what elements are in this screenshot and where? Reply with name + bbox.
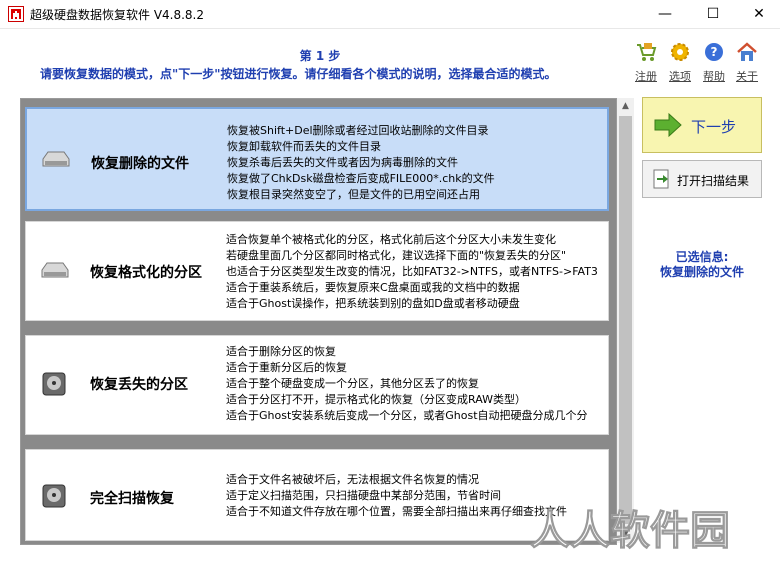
next-button[interactable]: 下一步	[642, 97, 762, 153]
home-icon	[737, 42, 757, 61]
hard-drive-icon	[42, 484, 66, 508]
step-description: 请要恢复数据的模式，点"下一步"按钮进行恢复。请仔细看各个模式的说明，选择最合适…	[40, 67, 557, 81]
selected-info: 已选信息: 恢复删除的文件	[640, 250, 764, 280]
arrow-right-icon	[654, 112, 682, 138]
maximize-button[interactable]: ☐	[690, 0, 736, 28]
list-scrollbar[interactable]: ▲ ▼	[617, 98, 634, 543]
help-tool[interactable]: ? 帮助	[698, 41, 730, 84]
mode-recover-lost-partition[interactable]: 恢复丢失的分区 适合于删除分区的恢复 适合于重新分区后的恢复 适合于整个硬盘变成一个…	[25, 335, 609, 435]
open-file-icon	[653, 169, 669, 189]
step-header: 第 1 步 请要恢复数据的模式，点"下一步"按钮进行恢复。请仔细看各个模式的说明…	[0, 29, 780, 91]
step-title: 第 1 步	[299, 49, 341, 63]
mode-recover-formatted[interactable]: 恢复格式化的分区 适合恢复单个被格式化的分区，格式化前后这个分区大小未发生变化若…	[25, 221, 609, 321]
selected-info-value: 恢复删除的文件	[659, 265, 744, 279]
open-scan-label: 打开扫描结果	[677, 174, 750, 188]
cart-icon	[637, 43, 657, 61]
scroll-up-icon[interactable]: ▲	[617, 98, 634, 115]
hard-drive-icon	[42, 372, 66, 396]
svg-text:?: ?	[711, 45, 718, 59]
mode-list: 恢复删除的文件 恢复被Shift+Del删除或者经过回收站删除的文件目录 恢复卸载…	[20, 98, 617, 545]
window-title: 超级硬盘数据恢复软件 V4.8.8.2	[30, 8, 205, 22]
register-label: 注册	[635, 70, 657, 83]
mode-description: 适合恢复单个被格式化的分区，格式化前后这个分区大小未发生变化 若硬盘里面几个分区都…	[226, 233, 598, 310]
mode-full-scan[interactable]: 完全扫描恢复 适合于文件名被破坏后，无法根据文件名恢复的情况 适于定义扫描范围，只…	[25, 449, 609, 541]
gear-icon	[671, 43, 689, 61]
mode-name: 恢复丢失的分区	[90, 377, 188, 393]
open-scan-results-button[interactable]: 打开扫描结果	[642, 160, 762, 198]
mode-name: 恢复删除的文件	[91, 156, 189, 172]
watermark-logo: 人人软件园	[530, 508, 731, 555]
mode-name: 完全扫描恢复	[90, 491, 174, 507]
options-tool[interactable]: 选项	[664, 41, 696, 84]
options-label: 选项	[669, 70, 691, 83]
about-label: 关于	[736, 70, 758, 83]
mode-description: 恢复被Shift+Del删除或者经过回收站删除的文件目录 恢复卸载软件而丢失的文件…	[227, 124, 495, 201]
mode-recover-deleted[interactable]: 恢复删除的文件 恢复被Shift+Del删除或者经过回收站删除的文件目录 恢复卸载…	[25, 107, 609, 211]
selected-info-label: 已选信息:	[675, 250, 729, 264]
mode-description: 适合于删除分区的恢复 适合于重新分区后的恢复 适合于整个硬盘变成一个分区，其他分区丢…	[226, 345, 588, 422]
close-button[interactable]: ✕	[736, 0, 780, 28]
title-bar: 超级硬盘数据恢复软件 V4.8.8.2 — ☐ ✕	[0, 0, 780, 29]
help-label: 帮助	[703, 70, 725, 83]
minimize-button[interactable]: —	[642, 0, 688, 28]
help-icon: ?	[705, 43, 723, 61]
about-tool[interactable]: 关于	[731, 41, 763, 84]
mode-name: 恢复格式化的分区	[90, 265, 202, 281]
app-icon	[8, 6, 24, 22]
svg-text:人人软件园: 人人软件园	[530, 508, 730, 554]
disk-icon	[42, 151, 70, 167]
next-label: 下一步	[691, 118, 737, 136]
register-tool[interactable]: 注册	[630, 41, 662, 84]
disk-icon	[41, 262, 69, 278]
scroll-thumb[interactable]	[619, 116, 632, 524]
